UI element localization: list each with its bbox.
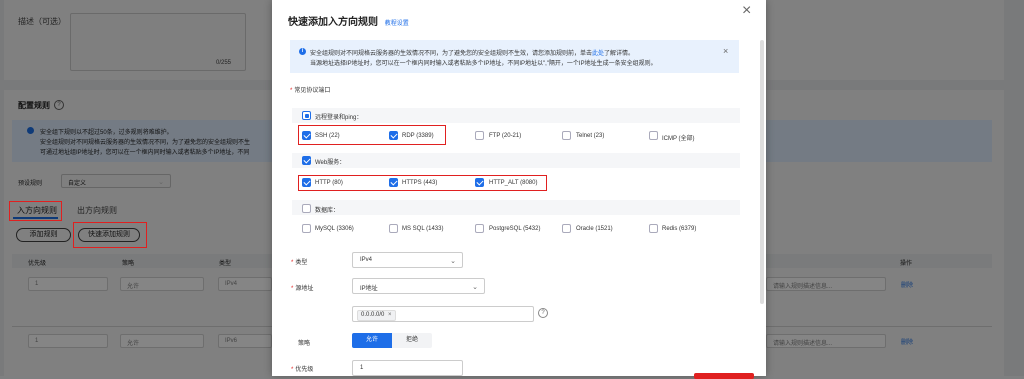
row-remark-placeholder: 请输入规则描述信息... bbox=[773, 341, 833, 347]
description-label: 描述（可选） bbox=[18, 17, 66, 26]
preset-select-value: 自定义 bbox=[68, 181, 87, 187]
priority-input[interactable]: 1 bbox=[352, 360, 463, 376]
modal-title-link[interactable]: 教程设置 bbox=[385, 21, 409, 27]
checkbox-icmp[interactable] bbox=[649, 131, 658, 140]
info-details-link[interactable]: 此处 bbox=[592, 51, 604, 57]
modal-title: 快速添加入方向规则 教程设置 bbox=[288, 13, 409, 28]
row-delete-link[interactable]: 删除 bbox=[901, 280, 913, 289]
row-priority-input[interactable]: 1 bbox=[28, 334, 108, 348]
row-priority-value: 1 bbox=[35, 338, 39, 344]
ip-tag: 0.0.0.0/0 × bbox=[357, 310, 396, 321]
info-close-icon[interactable]: × bbox=[723, 46, 728, 56]
highlight-inbound-tab bbox=[9, 201, 62, 221]
ip-address-input[interactable]: 0.0.0.0/0 × bbox=[352, 306, 534, 322]
background-info-line-3: 可通过地址组IP地址时，您可以在一个框内同时输入或者粘贴多个IP地址，不同 bbox=[40, 150, 250, 156]
protocols-label: 常见协议端口 bbox=[290, 85, 330, 94]
modal-scrollbar[interactable] bbox=[760, 40, 764, 304]
type-select-value: IPv4 bbox=[360, 257, 373, 263]
policy-deny-button[interactable]: 拒绝 bbox=[392, 333, 432, 348]
row-policy-value: 允许 bbox=[127, 284, 140, 290]
info-line-1-suffix: 了解详情。 bbox=[604, 51, 635, 57]
row-type-value: IPv6 bbox=[225, 338, 238, 344]
background-info-icon bbox=[27, 127, 34, 134]
description-counter: 0/255 bbox=[216, 60, 232, 66]
col-header-type: 类型 bbox=[219, 261, 232, 267]
tab-outbound-rules[interactable]: 出方向规则 bbox=[77, 205, 117, 216]
group-checkbox-remote[interactable] bbox=[302, 111, 311, 120]
chevron-down-icon: ⌄ bbox=[158, 179, 164, 186]
ip-help-icon[interactable]: ? bbox=[538, 308, 548, 318]
group-bar-database bbox=[292, 200, 740, 215]
row-type-select[interactable]: IPv4 bbox=[218, 277, 272, 291]
label-telnet: Telnet (23) bbox=[576, 133, 605, 139]
row-policy-value: 允许 bbox=[127, 341, 140, 347]
checkbox-postgresql[interactable] bbox=[475, 224, 484, 233]
group-label-remote: 远程登录和ping： bbox=[315, 115, 363, 121]
label-ftp: FTP (20-21) bbox=[489, 133, 522, 139]
close-icon[interactable]: × bbox=[742, 2, 751, 20]
checkbox-oracle[interactable] bbox=[562, 224, 571, 233]
group-bar-web bbox=[292, 153, 740, 168]
label-mysql: MySQL (3306) bbox=[315, 226, 354, 232]
label-postgresql: PostgreSQL (5432) bbox=[489, 226, 541, 232]
ip-tag-text: 0.0.0.0/0 bbox=[361, 312, 385, 318]
row-priority-value: 1 bbox=[35, 281, 39, 287]
group-label-database: 数据库： bbox=[315, 208, 340, 214]
chevron-down-icon: ⌄ bbox=[450, 258, 456, 265]
priority-label: 优先级 bbox=[291, 364, 313, 373]
chevron-down-icon: ⌄ bbox=[472, 284, 478, 291]
group-label-web: Web服务： bbox=[315, 160, 346, 166]
checkbox-mssql[interactable] bbox=[389, 224, 398, 233]
modal-confirm-button-edge[interactable] bbox=[694, 373, 754, 379]
checkbox-mysql[interactable] bbox=[302, 224, 311, 233]
policy-label: 策略 bbox=[298, 341, 311, 347]
group-checkbox-database[interactable] bbox=[302, 204, 311, 213]
help-icon[interactable]: ? bbox=[54, 100, 64, 110]
checkbox-redis[interactable] bbox=[649, 224, 658, 233]
row-delete-link[interactable]: 删除 bbox=[901, 337, 913, 346]
type-select[interactable]: IPv4 ⌄ bbox=[352, 252, 463, 268]
info-line-1: 安全组规则对不同规格云服务器的生效情况不同，为了避免您的安全组规则不生效，请您添… bbox=[310, 48, 634, 57]
type-label: 类型 bbox=[291, 257, 307, 266]
label-icmp: ICMP (全部) bbox=[662, 136, 695, 142]
info-line-2: 当源地址选择IP地址时，您可以在一个框内同时输入或者粘贴多个IP地址，不同IP地… bbox=[310, 61, 657, 67]
row-type-value: IPv4 bbox=[225, 281, 238, 287]
label-oracle: Oracle (1521) bbox=[576, 226, 613, 232]
background-info-line-2: 安全组规则对不同规格云服务器的生效情况不同，为了避免您的安全组规则不生 bbox=[40, 140, 251, 146]
preset-select[interactable]: 自定义 ⌄ bbox=[61, 174, 171, 188]
add-rule-button[interactable]: 添加规则 bbox=[16, 228, 71, 242]
group-checkbox-web[interactable] bbox=[302, 156, 311, 165]
source-select[interactable]: IP地址 ⌄ bbox=[352, 278, 485, 294]
row-policy-select[interactable]: 允许 bbox=[120, 334, 204, 348]
source-select-value: IP地址 bbox=[360, 286, 378, 292]
highlight-quick-add-button bbox=[73, 222, 147, 248]
background-info-line-1: 安全组下规则以不超过50条，过多规则将难维护。 bbox=[40, 130, 173, 136]
row-policy-select[interactable]: 允许 bbox=[120, 277, 204, 291]
modal-title-text: 快速添加入方向规则 bbox=[288, 17, 378, 28]
info-icon: i bbox=[299, 48, 306, 55]
row-remark-input[interactable]: 请输入规则描述信息... bbox=[766, 334, 886, 348]
checkbox-telnet[interactable] bbox=[562, 131, 571, 140]
row-priority-input[interactable]: 1 bbox=[28, 277, 108, 291]
col-header-action: 操作 bbox=[900, 261, 913, 267]
priority-input-value: 1 bbox=[360, 365, 364, 371]
highlight-remote-selection bbox=[298, 125, 446, 145]
col-header-policy: 策略 bbox=[122, 261, 135, 267]
checkbox-ftp[interactable] bbox=[475, 131, 484, 140]
tag-remove-icon[interactable]: × bbox=[388, 312, 392, 318]
row-type-select[interactable]: IPv6 bbox=[218, 334, 272, 348]
config-title: 配置规则 bbox=[18, 101, 50, 110]
policy-allow-button[interactable]: 允许 bbox=[352, 333, 392, 348]
label-redis: Redis (6379) bbox=[662, 226, 697, 232]
label-mssql: MS SQL (1433) bbox=[402, 226, 444, 232]
source-label: 源地址 bbox=[291, 283, 313, 292]
row-remark-input[interactable]: 请输入规则描述信息... bbox=[766, 277, 886, 291]
preset-label: 预设规则 bbox=[18, 181, 43, 187]
info-line-1-prefix: 安全组规则对不同规格云服务器的生效情况不同，为了避免您的安全组规则不生效，请您添… bbox=[310, 51, 593, 57]
col-header-priority: 优先级 bbox=[28, 261, 47, 267]
highlight-web-selection bbox=[298, 175, 547, 191]
row-remark-placeholder: 请输入规则描述信息... bbox=[773, 284, 833, 290]
